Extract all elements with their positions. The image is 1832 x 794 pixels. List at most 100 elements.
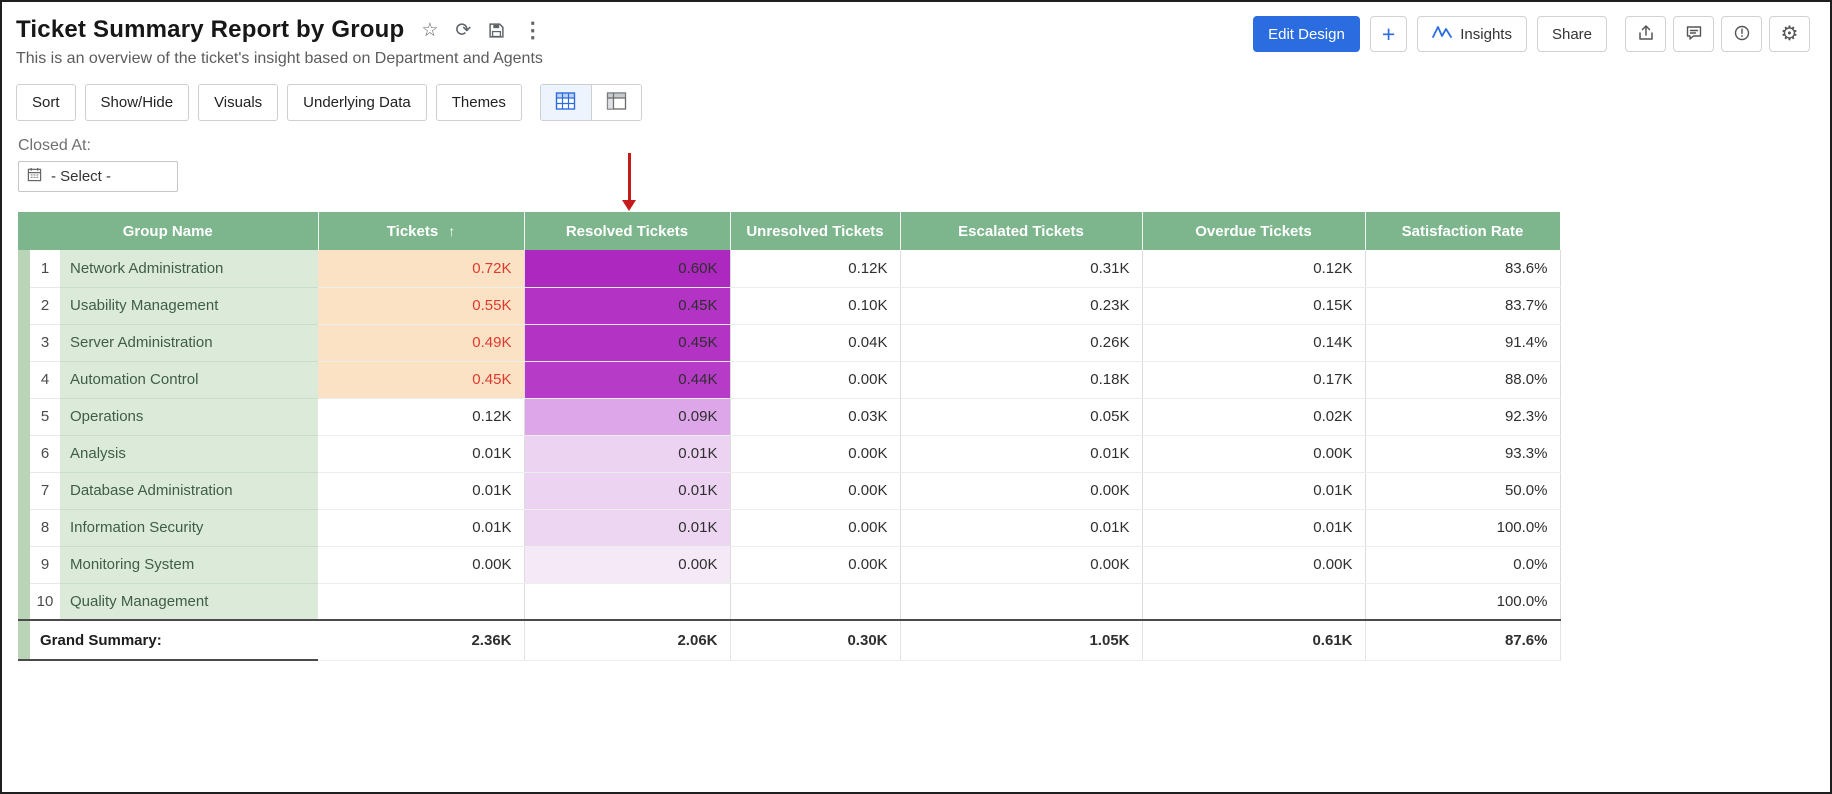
tickets-cell[interactable]: 0.01K	[318, 509, 524, 546]
satisfaction-rate-cell[interactable]: 88.0%	[1365, 361, 1560, 398]
resolved-tickets-cell[interactable]: 0.60K	[524, 250, 730, 287]
unresolved-tickets-cell[interactable]: 0.03K	[730, 398, 900, 435]
summary-escalated: 1.05K	[900, 620, 1142, 660]
resolved-tickets-cell[interactable]: 0.09K	[524, 398, 730, 435]
table-view-button[interactable]	[541, 85, 591, 120]
unresolved-tickets-cell[interactable]: 0.00K	[730, 361, 900, 398]
escalated-tickets-cell[interactable]: 0.01K	[900, 435, 1142, 472]
resolved-tickets-cell[interactable]: 0.01K	[524, 509, 730, 546]
satisfaction-rate-cell[interactable]: 100.0%	[1365, 583, 1560, 620]
group-name-cell[interactable]: Analysis	[60, 435, 318, 472]
unresolved-tickets-cell[interactable]: 0.00K	[730, 472, 900, 509]
unresolved-tickets-cell[interactable]: 0.10K	[730, 287, 900, 324]
escalated-tickets-cell[interactable]: 0.31K	[900, 250, 1142, 287]
visuals-button[interactable]: Visuals	[198, 84, 278, 121]
group-name-cell[interactable]: Monitoring System	[60, 546, 318, 583]
group-name-cell[interactable]: Network Administration	[60, 250, 318, 287]
group-name-cell[interactable]: Automation Control	[60, 361, 318, 398]
unresolved-tickets-cell[interactable]: 0.00K	[730, 435, 900, 472]
refresh-icon[interactable]: ⟳	[455, 21, 471, 40]
satisfaction-rate-cell[interactable]: 0.0%	[1365, 546, 1560, 583]
unresolved-tickets-cell[interactable]	[730, 583, 900, 620]
group-name-cell[interactable]: Operations	[60, 398, 318, 435]
overdue-tickets-cell[interactable]: 0.12K	[1142, 250, 1365, 287]
column-header-satisfaction-rate[interactable]: Satisfaction Rate	[1365, 212, 1560, 250]
edit-design-button[interactable]: Edit Design	[1253, 16, 1360, 52]
column-header-escalated-tickets[interactable]: Escalated Tickets	[900, 212, 1142, 250]
sort-button[interactable]: Sort	[16, 84, 76, 121]
resolved-tickets-cell[interactable]	[524, 583, 730, 620]
tickets-cell[interactable]: 0.00K	[318, 546, 524, 583]
column-header-unresolved-tickets[interactable]: Unresolved Tickets	[730, 212, 900, 250]
escalated-tickets-cell[interactable]: 0.18K	[900, 361, 1142, 398]
resolved-tickets-cell[interactable]: 0.01K	[524, 435, 730, 472]
tickets-cell[interactable]: 0.72K	[318, 250, 524, 287]
group-name-cell[interactable]: Information Security	[60, 509, 318, 546]
share-button[interactable]: Share	[1537, 16, 1607, 52]
satisfaction-rate-cell[interactable]: 91.4%	[1365, 324, 1560, 361]
export-button[interactable]	[1625, 16, 1666, 52]
overdue-tickets-cell[interactable]: 0.14K	[1142, 324, 1365, 361]
alerts-button[interactable]	[1721, 16, 1762, 52]
add-button[interactable]: +	[1370, 16, 1407, 52]
themes-button[interactable]: Themes	[436, 84, 522, 121]
group-name-cell[interactable]: Usability Management	[60, 287, 318, 324]
overdue-tickets-cell[interactable]: 0.00K	[1142, 546, 1365, 583]
tickets-cell[interactable]: 0.55K	[318, 287, 524, 324]
tickets-cell[interactable]	[318, 583, 524, 620]
satisfaction-rate-cell[interactable]: 83.7%	[1365, 287, 1560, 324]
resolved-tickets-cell[interactable]: 0.45K	[524, 324, 730, 361]
unresolved-tickets-cell[interactable]: 0.12K	[730, 250, 900, 287]
overdue-tickets-cell[interactable]: 0.01K	[1142, 472, 1365, 509]
column-header-resolved-tickets[interactable]: Resolved Tickets	[524, 212, 730, 250]
unresolved-tickets-cell[interactable]: 0.04K	[730, 324, 900, 361]
tickets-cell[interactable]: 0.01K	[318, 472, 524, 509]
overdue-tickets-cell[interactable]: 0.01K	[1142, 509, 1365, 546]
group-name-cell[interactable]: Server Administration	[60, 324, 318, 361]
column-header-tickets[interactable]: Tickets↑	[318, 212, 524, 250]
show-hide-button[interactable]: Show/Hide	[85, 84, 190, 121]
escalated-tickets-cell[interactable]: 0.00K	[900, 472, 1142, 509]
overdue-tickets-cell[interactable]: 0.02K	[1142, 398, 1365, 435]
sort-ascending-icon[interactable]: ↑	[448, 223, 455, 239]
tickets-cell[interactable]: 0.49K	[318, 324, 524, 361]
satisfaction-rate-cell[interactable]: 83.6%	[1365, 250, 1560, 287]
satisfaction-rate-cell[interactable]: 92.3%	[1365, 398, 1560, 435]
overdue-tickets-cell[interactable]: 0.00K	[1142, 435, 1365, 472]
overdue-tickets-cell[interactable]: 0.17K	[1142, 361, 1365, 398]
escalated-tickets-cell[interactable]: 0.00K	[900, 546, 1142, 583]
closed-at-select[interactable]: - Select -	[18, 161, 178, 192]
unresolved-tickets-cell[interactable]: 0.00K	[730, 546, 900, 583]
insights-button[interactable]: Insights	[1417, 16, 1527, 52]
resolved-tickets-cell[interactable]: 0.01K	[524, 472, 730, 509]
resolved-tickets-cell[interactable]: 0.00K	[524, 546, 730, 583]
column-header-group-name[interactable]: Group Name	[18, 212, 318, 250]
more-options-icon[interactable]: ⋮	[522, 20, 543, 41]
row-number: 8	[30, 509, 60, 546]
group-name-cell[interactable]: Quality Management	[60, 583, 318, 620]
group-name-cell[interactable]: Database Administration	[60, 472, 318, 509]
satisfaction-rate-cell[interactable]: 50.0%	[1365, 472, 1560, 509]
resolved-tickets-cell[interactable]: 0.45K	[524, 287, 730, 324]
escalated-tickets-cell[interactable]	[900, 583, 1142, 620]
overdue-tickets-cell[interactable]	[1142, 583, 1365, 620]
column-header-overdue-tickets[interactable]: Overdue Tickets	[1142, 212, 1365, 250]
escalated-tickets-cell[interactable]: 0.05K	[900, 398, 1142, 435]
pivot-view-button[interactable]	[591, 85, 641, 120]
tickets-cell[interactable]: 0.12K	[318, 398, 524, 435]
resolved-tickets-cell[interactable]: 0.44K	[524, 361, 730, 398]
favorite-star-icon[interactable]: ☆	[421, 21, 438, 40]
tickets-cell[interactable]: 0.01K	[318, 435, 524, 472]
escalated-tickets-cell[interactable]: 0.23K	[900, 287, 1142, 324]
underlying-data-button[interactable]: Underlying Data	[287, 84, 427, 121]
unresolved-tickets-cell[interactable]: 0.00K	[730, 509, 900, 546]
overdue-tickets-cell[interactable]: 0.15K	[1142, 287, 1365, 324]
escalated-tickets-cell[interactable]: 0.26K	[900, 324, 1142, 361]
tickets-cell[interactable]: 0.45K	[318, 361, 524, 398]
save-icon[interactable]	[488, 22, 505, 39]
comments-button[interactable]	[1673, 16, 1714, 52]
settings-button[interactable]: ⚙	[1769, 16, 1810, 52]
escalated-tickets-cell[interactable]: 0.01K	[900, 509, 1142, 546]
satisfaction-rate-cell[interactable]: 93.3%	[1365, 435, 1560, 472]
satisfaction-rate-cell[interactable]: 100.0%	[1365, 509, 1560, 546]
